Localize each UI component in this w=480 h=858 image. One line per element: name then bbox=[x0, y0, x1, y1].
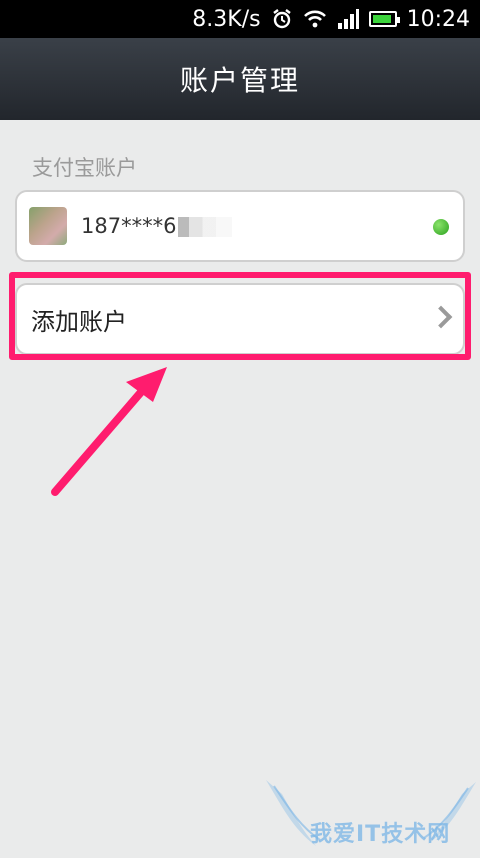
watermark-text: 我爱IT技术网 bbox=[310, 822, 451, 847]
arrow-annotation bbox=[51, 367, 167, 496]
watermark: 我爱IT技术网 bbox=[262, 776, 480, 854]
